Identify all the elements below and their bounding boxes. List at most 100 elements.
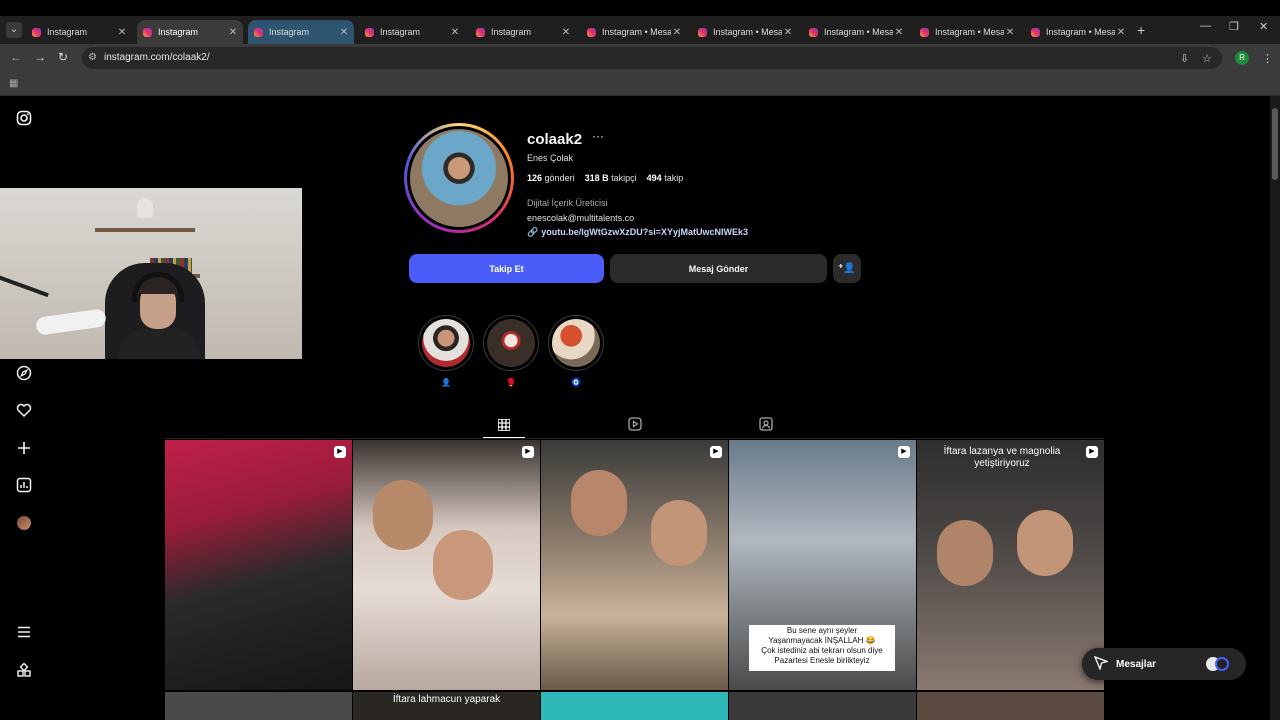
instagram-favicon-icon (1031, 27, 1040, 37)
apps-grid-icon[interactable]: ▦ (9, 78, 18, 89)
post-thumbnail[interactable]: ▶ Bu sene aynı şeyler Yaşanmayacak İNŞAL… (729, 440, 916, 690)
dashboard-chart-icon[interactable] (14, 477, 34, 497)
explore-icon[interactable] (14, 365, 34, 385)
scrollbar-thumb[interactable] (1272, 108, 1278, 180)
restore-icon[interactable]: ❐ (1229, 20, 1239, 33)
post-thumbnail[interactable] (917, 692, 1104, 720)
create-plus-icon[interactable] (14, 440, 34, 460)
story-highlight[interactable] (548, 315, 604, 371)
post-thumbnail[interactable]: İftara lahmacun yaparak (353, 692, 540, 720)
close-tab-icon[interactable]: ✕ (782, 27, 794, 38)
reel-icon: ▶ (898, 446, 910, 458)
browser-tab[interactable]: Instagram • Mesa ✕ (803, 20, 909, 44)
post-thumbnail[interactable]: ▶ (541, 440, 728, 690)
browser-tab[interactable]: Instagram ✕ (248, 20, 354, 44)
new-tab-icon[interactable]: + (1137, 22, 1145, 38)
browser-tab[interactable]: Instagram • Mesa ✕ (581, 20, 687, 44)
browser-menu-icon[interactable]: ⋮ (1262, 52, 1273, 65)
followers-stat[interactable]: 318 B takipçi (585, 173, 637, 183)
messages-button[interactable]: Mesajlar (1082, 648, 1246, 680)
link-icon: 🔗 (527, 227, 539, 237)
browser-tab[interactable]: Instagram ✕ (470, 20, 576, 44)
reel-icon: ▶ (710, 446, 722, 458)
close-tab-icon[interactable]: ✕ (671, 27, 683, 38)
post-thumbnail[interactable]: ▶ (353, 440, 540, 690)
close-tab-icon[interactable]: ✕ (116, 27, 128, 38)
page-scrollbar[interactable] (1270, 96, 1280, 720)
story-highlight[interactable] (483, 315, 539, 371)
browser-tab-bar: ⌄ Instagram ✕ Instagram ✕ Instagram ✕ Instagra… (0, 0, 1280, 44)
close-tab-icon[interactable]: ✕ (893, 27, 905, 38)
follow-button[interactable]: Takip Et (409, 254, 604, 283)
tab-reels[interactable] (614, 416, 656, 438)
tab-posts-grid[interactable] (483, 416, 525, 438)
options-icon[interactable]: ··· (592, 129, 604, 143)
instagram-favicon-icon (920, 27, 929, 37)
browser-tab[interactable]: Instagram ✕ (26, 20, 132, 44)
profile-link[interactable]: 🔗 youtu.be/IgWtGzwXzDU?si=XYyjMatUwcNIWEk… (527, 227, 748, 238)
figurine (137, 198, 153, 218)
tab-title: Instagram (380, 27, 421, 37)
minimize-icon[interactable]: — (1200, 20, 1211, 32)
browser-tab[interactable]: Instagram • Mesa ✕ (914, 20, 1020, 44)
highlight-label: 🥊 (506, 378, 516, 387)
close-tab-icon[interactable]: ✕ (1004, 27, 1016, 38)
bookmark-star-icon[interactable]: ☆ (1202, 52, 1212, 65)
site-info-icon[interactable]: ⚙ (88, 52, 97, 63)
post-thumbnail[interactable]: ▶ (165, 440, 352, 690)
avatar (1215, 657, 1229, 671)
close-tab-icon[interactable]: ✕ (449, 27, 461, 38)
instagram-favicon-icon (698, 27, 707, 37)
instagram-favicon-icon (32, 27, 41, 37)
post-thumbnail[interactable] (165, 692, 352, 720)
instagram-favicon-icon (254, 27, 263, 37)
browser-tab[interactable]: Instagram • Mesa ✕ (1025, 20, 1131, 44)
instagram-favicon-icon (365, 27, 374, 37)
url-field[interactable]: ⚙ instagram.com/colaak2/ (82, 47, 1222, 69)
browser-tab[interactable]: Instagram • Mesa ✕ (692, 20, 798, 44)
menu-hamburger-icon[interactable] (14, 624, 34, 644)
install-app-icon[interactable]: ⇩ (1180, 52, 1189, 65)
notifications-heart-icon[interactable] (14, 402, 34, 422)
forward-icon[interactable]: → (34, 50, 46, 64)
post-thumbnail[interactable] (729, 692, 916, 720)
own-profile-avatar[interactable] (17, 516, 31, 530)
reel-icon: ▶ (522, 446, 534, 458)
highlight-label: 👤 (441, 378, 451, 387)
tab-title: Instagram • Mesa (824, 27, 893, 37)
browser-profile-avatar[interactable]: R (1235, 51, 1249, 65)
shelf (95, 228, 195, 232)
tab-search-icon[interactable]: ⌄ (6, 22, 22, 38)
following-stat[interactable]: 494 takip (647, 173, 684, 183)
close-tab-icon[interactable]: ✕ (227, 27, 239, 38)
address-bar: ← → ↻ ⚙ instagram.com/colaak2/ ⇩ ☆ (0, 44, 1280, 72)
browser-tab[interactable]: Instagram ✕ (359, 20, 465, 44)
tab-title: Instagram • Mesa (713, 27, 782, 37)
tab-divider (165, 438, 1104, 439)
reel-icon: ▶ (334, 446, 346, 458)
profile-stats: 126 gönderi 318 B takipçi 494 takip (527, 173, 683, 183)
tab-tagged[interactable] (745, 416, 787, 438)
post-thumbnail[interactable]: ▶ İftara lazanya ve magnolia yetiştiriyo… (917, 440, 1104, 690)
back-icon[interactable]: ← (10, 50, 22, 64)
close-tab-icon[interactable]: ✕ (560, 27, 572, 38)
close-tab-icon[interactable]: ✕ (338, 27, 350, 38)
posts-stat: 126 gönderi (527, 173, 575, 183)
browser-tab[interactable]: Instagram ✕ (137, 20, 243, 44)
reload-icon[interactable]: ↻ (58, 50, 68, 64)
messages-label: Mesajlar (1116, 658, 1157, 670)
suggested-users-icon[interactable]: ⁺👤 (833, 254, 861, 283)
post-thumbnail[interactable] (541, 692, 728, 720)
instagram-logo-icon[interactable] (14, 110, 34, 130)
profile-category: Dijital İçerik Üreticisi (527, 198, 608, 208)
profile-avatar[interactable] (404, 123, 514, 233)
url-text[interactable]: instagram.com/colaak2/ (104, 52, 210, 63)
story-highlight[interactable] (418, 315, 474, 371)
tab-title: Instagram (47, 27, 88, 37)
message-button[interactable]: Mesaj Gönder (610, 254, 827, 283)
profile-photo (410, 129, 508, 227)
close-tab-icon[interactable]: ✕ (1115, 27, 1127, 38)
close-window-icon[interactable]: ✕ (1259, 20, 1268, 33)
also-from-meta-icon[interactable] (14, 662, 34, 682)
post-caption: İftara lahmacun yaparak (392, 694, 501, 705)
